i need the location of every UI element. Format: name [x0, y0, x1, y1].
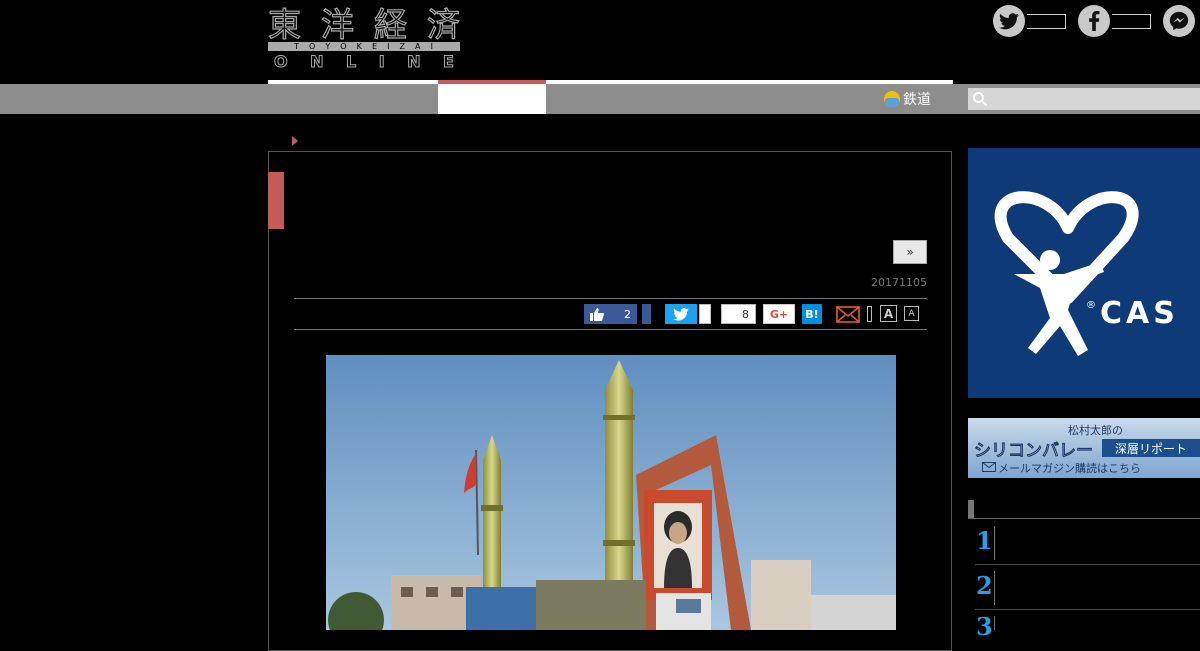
sidebar-ad-banner[interactable]: ® CAS	[968, 148, 1200, 398]
twitter-icon	[673, 307, 689, 321]
logo-char: 済	[426, 5, 462, 44]
logo-online-letter: I	[378, 52, 391, 72]
messenger-icon	[1163, 5, 1195, 37]
train-icon	[884, 91, 900, 107]
newsletter-banner[interactable]: 松村太郎の シリコンバレー 深層リポート メールマガジン購読はこちら	[968, 418, 1200, 478]
facebook-follow[interactable]	[1078, 4, 1151, 38]
logo-online-letter: N	[310, 52, 330, 72]
font-size-large-button[interactable]: A	[880, 305, 897, 322]
ranking-number: 1	[976, 526, 993, 555]
google-plus-button[interactable]: G+	[763, 304, 795, 324]
article-photo	[326, 355, 896, 630]
mail-count-box	[867, 306, 872, 322]
banner-cta: メールマガジン購読はこちら	[998, 462, 1141, 475]
facebook-like-button[interactable]: 2	[584, 304, 637, 324]
breadcrumb-arrow-icon	[292, 136, 298, 146]
logo-sub-letter: Z	[399, 42, 406, 51]
logo-sub-letter: E	[371, 42, 378, 51]
share-count: 8	[721, 304, 756, 324]
nav-tab-active[interactable]	[438, 84, 546, 114]
banner-title: シリコンバレー	[974, 441, 1094, 462]
tweet-button[interactable]	[665, 304, 697, 324]
logo-online-letter: N	[407, 52, 427, 72]
twitter-icon	[993, 5, 1025, 37]
thumbs-up-icon	[590, 307, 604, 321]
twitter-follow[interactable]	[993, 4, 1066, 38]
next-page-button[interactable]: »	[893, 240, 927, 264]
logo-kanji: 東 洋 経 済	[267, 5, 462, 44]
ranking-divider	[994, 616, 995, 630]
ranking-divider	[994, 526, 995, 560]
search-icon[interactable]	[972, 91, 988, 107]
ranking-number: 2	[976, 571, 993, 600]
logo-sub-letter: I	[430, 42, 434, 51]
logo-online-letter: E	[443, 52, 460, 72]
ranking-number: 3	[976, 612, 993, 641]
ranking-item[interactable]	[975, 565, 1200, 610]
facebook-icon	[1078, 5, 1110, 37]
facebook-share-button[interactable]	[642, 304, 651, 324]
logo-online-letter: L	[345, 52, 363, 72]
nav-item-railway[interactable]: 鉄道	[884, 84, 931, 114]
twitter-count-box	[1027, 13, 1066, 29]
messenger-share[interactable]	[1163, 4, 1195, 38]
facebook-count-box	[1112, 13, 1151, 29]
nav-item-label: 鉄道	[903, 92, 931, 108]
logo-sub-letter: O	[308, 42, 317, 51]
tweet-count	[699, 304, 711, 324]
registered-mark: ®	[1086, 300, 1096, 311]
site-logo[interactable]: 東 洋 経 済 T O Y O K E I Z A I O N L I N E	[267, 5, 462, 72]
ranking-header	[968, 500, 1200, 519]
search-input[interactable]	[968, 88, 1200, 110]
ranking-header-mark	[968, 500, 974, 518]
logo-char: 経	[373, 5, 409, 44]
logo-sub-letter: K	[356, 42, 363, 51]
logo-sub-letter: O	[340, 42, 348, 51]
mail-icon	[982, 462, 996, 472]
logo-char: 洋	[320, 5, 356, 44]
ranking-item[interactable]	[975, 520, 1200, 565]
article-date: 20171105	[871, 276, 927, 289]
divider	[294, 329, 927, 330]
divider	[294, 298, 927, 299]
font-size-small-button[interactable]: A	[904, 306, 919, 321]
cas-logo-icon	[994, 191, 1139, 356]
ranking-divider	[994, 571, 995, 605]
like-count: 2	[624, 307, 631, 321]
logo-sub-letter: Y	[325, 42, 332, 51]
mail-icon[interactable]	[836, 304, 860, 324]
logo-char: 東	[267, 5, 303, 44]
banner-tag: 深層リポート	[1102, 439, 1200, 457]
logo-subtitle: T O Y O K E I Z A I	[268, 42, 460, 51]
hatena-bookmark-button[interactable]: B!	[802, 304, 822, 324]
logo-sub-letter: I	[387, 42, 391, 51]
logo-online: O N L I N E	[274, 52, 460, 72]
ad-brand-text: CAS	[1100, 296, 1179, 331]
logo-online-letter: O	[274, 52, 294, 72]
logo-sub-letter: T	[294, 42, 300, 51]
logo-sub-letter: A	[415, 42, 422, 51]
title-accent	[268, 172, 284, 229]
